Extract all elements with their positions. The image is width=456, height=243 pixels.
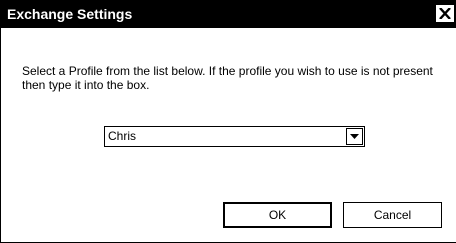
- chevron-down-icon: [350, 134, 359, 139]
- cancel-button[interactable]: Cancel: [343, 202, 442, 228]
- dropdown-button[interactable]: [346, 128, 363, 145]
- window-title: Exchange Settings: [7, 6, 133, 22]
- profile-combobox[interactable]: Chris: [104, 126, 365, 147]
- exchange-settings-dialog: Exchange Settings Select a Profile from …: [0, 0, 456, 243]
- profile-value[interactable]: Chris: [108, 129, 136, 144]
- ok-button[interactable]: OK: [223, 202, 332, 228]
- close-icon: [439, 8, 451, 19]
- close-button[interactable]: [435, 4, 455, 23]
- title-bar: Exchange Settings: [1, 0, 456, 28]
- instruction-text: Select a Profile from the list below. If…: [22, 64, 433, 92]
